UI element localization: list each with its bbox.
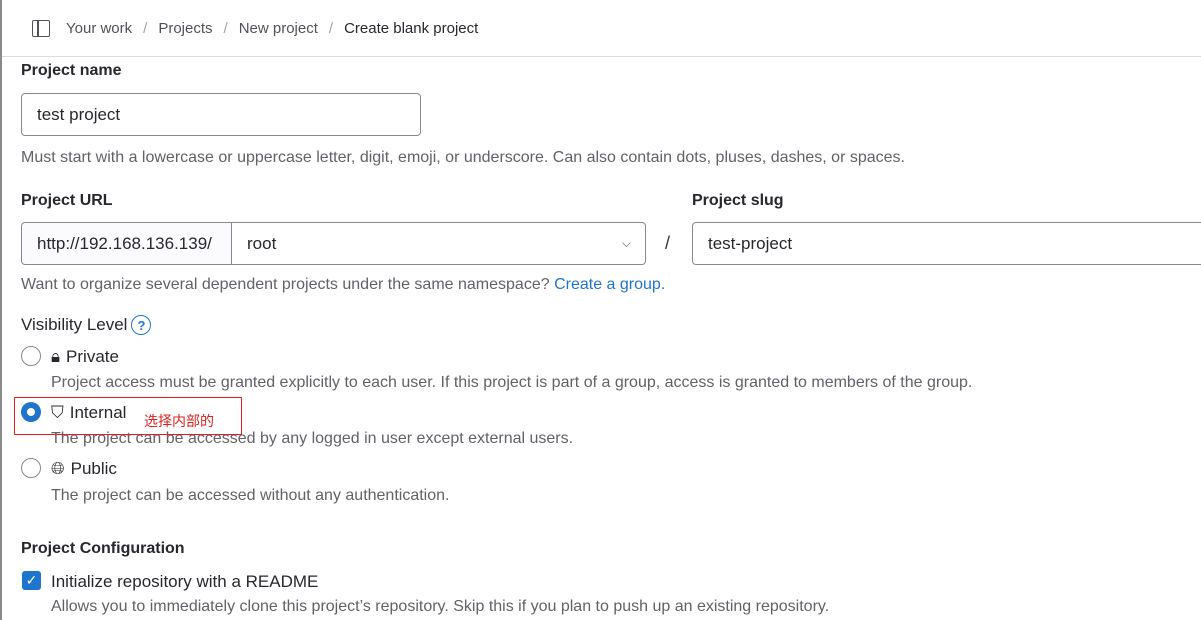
namespace-help: Want to organize several dependent proje… — [21, 276, 665, 294]
private-description: Project access must be granted explicitl… — [51, 374, 973, 391]
radio-public[interactable] — [21, 458, 41, 478]
breadcrumb-new-project[interactable]: New project — [239, 20, 318, 37]
project-slug-input[interactable]: test-project — [692, 222, 1201, 265]
breadcrumb-current: Create blank project — [344, 19, 479, 37]
readme-help: Allows you to immediately clone this pro… — [51, 598, 830, 615]
breadcrumb-bar: Your work / Projects / New project / Create… — [2, 0, 1201, 57]
breadcrumb-separator: / — [223, 19, 228, 37]
sidebar-toggle-icon[interactable] — [32, 19, 50, 37]
visibility-label: Visibility Level — [21, 315, 128, 334]
annotation-text: 选择内部的 — [144, 414, 214, 430]
project-name-label: Project name — [21, 62, 122, 79]
breadcrumb-separator: / — [143, 19, 148, 37]
public-description: The project can be accessed without any … — [51, 487, 450, 504]
left-border — [0, 0, 2, 620]
readme-checkbox[interactable]: ✓ — [22, 571, 41, 590]
breadcrumb-projects[interactable]: Projects — [158, 20, 212, 37]
project-url-label: Project URL — [21, 192, 113, 209]
project-slug-label: Project slug — [692, 192, 784, 209]
config-label: Project Configuration — [21, 540, 185, 557]
lock-icon: 🔒︎ — [51, 347, 61, 366]
namespace-select[interactable]: root ⌵ — [231, 222, 646, 265]
globe-icon: 🌐︎ — [51, 459, 65, 478]
namespace-value: root — [247, 233, 277, 253]
visibility-heading: Visibility Level ? — [21, 315, 152, 335]
project-url-prefix: http://192.168.136.139/ — [21, 222, 232, 265]
url-separator: / — [665, 233, 671, 253]
option-public[interactable]: 🌐︎ Public — [51, 459, 117, 479]
option-private[interactable]: 🔒︎ Private — [51, 347, 119, 367]
public-label: Public — [70, 459, 117, 478]
project-name-help: Must start with a lowercase or uppercase… — [21, 149, 905, 166]
project-name-input[interactable]: test project — [21, 93, 421, 136]
private-label: Private — [66, 347, 119, 366]
readme-label[interactable]: Initialize repository with a README — [51, 572, 318, 592]
help-icon[interactable]: ? — [131, 315, 152, 335]
breadcrumb-your-work[interactable]: Your work — [66, 20, 132, 37]
namespace-help-text: Want to organize several dependent proje… — [21, 276, 550, 293]
chevron-down-icon: ⌵ — [621, 236, 631, 250]
create-group-link[interactable]: Create a group. — [554, 276, 665, 293]
radio-private[interactable] — [21, 346, 41, 366]
breadcrumb-separator: / — [328, 19, 334, 37]
